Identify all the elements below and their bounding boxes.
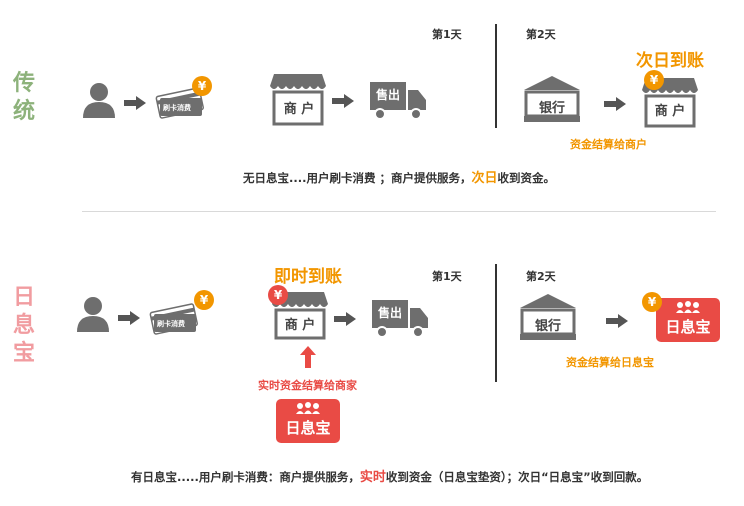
settle-to-rixibao-label: 资金结算给日息宝 — [566, 356, 654, 369]
arrow-up-icon — [300, 346, 316, 368]
shop-label: 商 户 — [283, 102, 315, 117]
arrow-right-icon — [332, 94, 354, 108]
realtime-settle-label: 实时资金结算给商家 — [258, 379, 357, 392]
yen-coin-icon: ¥ — [642, 292, 662, 312]
rixibao-day-divider — [495, 264, 497, 382]
settle-to-merchant-label: 资金结算给商户 — [570, 138, 647, 151]
rixibao-logo-text: 日息宝 — [285, 419, 331, 437]
card-text: 刷卡消费 — [157, 320, 185, 328]
bank-label: 银行 — [534, 319, 561, 334]
arrow-right-icon — [124, 96, 146, 110]
truck-label: 售出 — [375, 88, 400, 102]
traditional-day-divider — [495, 24, 497, 128]
people-icon — [296, 402, 320, 414]
rixibao-day1-label: 第1天 — [432, 270, 462, 283]
truck-label: 售出 — [377, 306, 402, 320]
bank-label: 银行 — [538, 101, 565, 116]
rixibao-day2-label: 第2天 — [526, 270, 556, 283]
arrow-right-icon — [604, 97, 626, 111]
yen-coin-red-icon: ¥ — [268, 285, 288, 305]
traditional-caption: 无日息宝....用户刷卡消费 ；商户提供服务，次日收到资金。 — [243, 171, 555, 186]
traditional-day1-label: 第1天 — [432, 28, 462, 41]
arrow-right-icon — [606, 314, 628, 328]
yen-coin-icon: ¥ — [194, 290, 214, 310]
instant-arrival-label: 即时到账 — [274, 267, 342, 287]
shop-label: 商 户 — [284, 318, 316, 333]
arrow-right-icon — [118, 311, 140, 325]
people-icon — [676, 301, 700, 313]
rixibao-logo: 日息宝 — [276, 399, 340, 443]
yen-coin-icon: ¥ — [644, 70, 664, 90]
next-day-label: 次日到账 — [636, 51, 704, 71]
rixibao-logo-text: 日息宝 — [665, 318, 711, 336]
shop-label: 商 户 — [654, 104, 686, 119]
yen-coin-icon: ¥ — [192, 76, 212, 96]
section-divider — [82, 211, 716, 212]
rixibao-caption: 有日息宝.....用户刷卡消费：商户提供服务，实时收到资金（日息宝垫资）；次日“… — [131, 470, 649, 485]
traditional-label: 传 统 — [12, 71, 35, 124]
traditional-day2-label: 第2天 — [526, 28, 556, 41]
rixibao-logo: 日息宝 — [656, 298, 720, 342]
user-icon — [77, 297, 109, 332]
user-icon — [83, 83, 115, 118]
card-text: 刷卡消费 — [163, 104, 191, 112]
rixibao-label: 日 息 宝 — [12, 285, 35, 366]
arrow-right-icon — [334, 312, 356, 326]
